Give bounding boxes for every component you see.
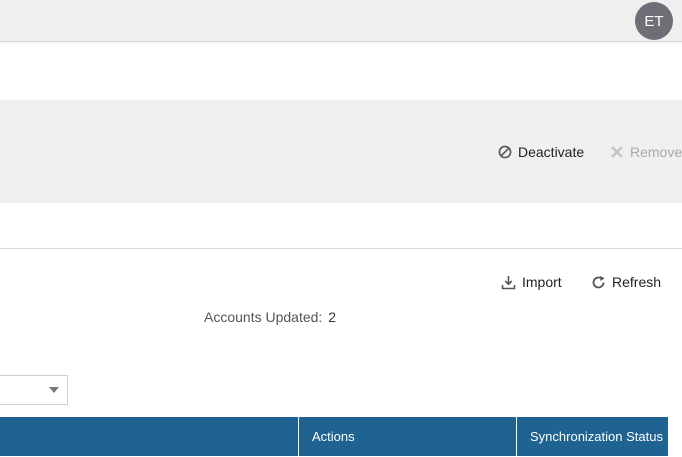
remove-label: Remove xyxy=(630,144,682,160)
top-bar: ET xyxy=(0,0,682,42)
filter-select[interactable] xyxy=(0,375,68,405)
import-label: Import xyxy=(522,274,562,290)
user-initials: ET xyxy=(644,12,664,30)
table-header: Actions Synchronization Status xyxy=(0,417,668,456)
download-icon xyxy=(501,275,516,290)
deactivate-label: Deactivate xyxy=(518,144,585,160)
accounts-updated-label: Accounts Updated: xyxy=(204,309,323,325)
deactivate-button[interactable]: Deactivate xyxy=(498,144,584,160)
section-divider xyxy=(0,248,682,249)
refresh-button[interactable]: Refresh xyxy=(591,274,661,290)
remove-button[interactable]: Remove xyxy=(610,144,682,160)
refresh-label: Refresh xyxy=(612,274,662,290)
column-header-actions[interactable]: Actions xyxy=(298,417,516,456)
ban-icon xyxy=(498,145,512,159)
close-icon xyxy=(610,145,624,159)
action-toolbar: Deactivate Remove xyxy=(0,100,682,203)
column-header-actions-label: Actions xyxy=(312,429,355,444)
refresh-icon xyxy=(591,275,606,290)
user-avatar[interactable]: ET xyxy=(635,2,673,40)
column-header-first[interactable] xyxy=(0,417,298,456)
column-header-sync-status-label: Synchronization Status xyxy=(530,429,663,444)
chevron-down-icon xyxy=(49,387,59,393)
accounts-updated: Accounts Updated: 2 xyxy=(204,309,336,325)
column-header-sync-status[interactable]: Synchronization Status xyxy=(516,417,668,456)
import-button[interactable]: Import xyxy=(501,274,562,290)
accounts-updated-value: 2 xyxy=(328,309,337,325)
